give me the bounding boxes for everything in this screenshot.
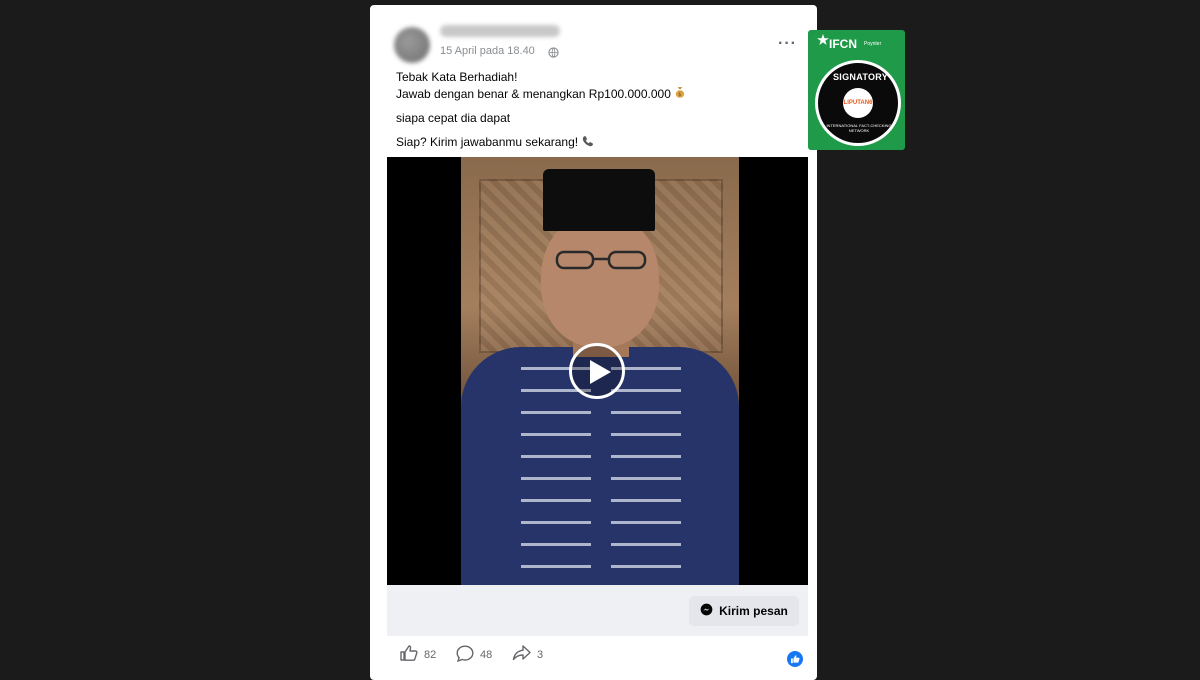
badge-title: IFCN bbox=[829, 37, 857, 51]
comment-icon bbox=[456, 645, 474, 665]
send-message-button[interactable]: Kirim pesan bbox=[689, 596, 799, 626]
likes-count: 82 bbox=[424, 648, 437, 661]
post-actions-bar: 82 48 3 bbox=[370, 637, 817, 677]
like-icon bbox=[400, 645, 418, 664]
share-action[interactable]: 3 bbox=[512, 645, 543, 664]
play-icon bbox=[590, 360, 611, 384]
message-bar: Kirim pesan bbox=[387, 585, 808, 636]
badge-member-name: LIPUTAN6 bbox=[843, 100, 873, 106]
badge-subtitle: Poynter bbox=[864, 41, 882, 47]
money-bag-icon: $ bbox=[675, 86, 685, 103]
avatar[interactable] bbox=[394, 27, 430, 63]
badge-header: IFCN Poynter bbox=[808, 30, 905, 52]
messenger-icon bbox=[700, 603, 713, 619]
more-icon[interactable]: ··· bbox=[778, 35, 797, 53]
post-caption: Tebak Kata Berhadiah! Jawab dengan benar… bbox=[396, 69, 685, 152]
facebook-post: 15 April pada 18.40 ··· Tebak Kata Berha… bbox=[370, 5, 817, 680]
reaction-like-icon[interactable] bbox=[787, 651, 803, 672]
video-person-glasses bbox=[555, 250, 647, 270]
shares-count: 3 bbox=[537, 648, 544, 661]
video-person-cap bbox=[543, 169, 655, 231]
video-person-face bbox=[541, 212, 659, 347]
post-timestamp[interactable]: 15 April pada 18.40 bbox=[440, 45, 535, 57]
shirt-pattern-right bbox=[611, 357, 681, 585]
video-player[interactable] bbox=[387, 157, 808, 585]
caption-line-2-text: Jawab dengan benar & menangkan Rp100.000… bbox=[396, 87, 671, 101]
badge-network-text: INTERNATIONAL FACT-CHECKING NETWORK bbox=[826, 123, 892, 133]
caption-line-2: Jawab dengan benar & menangkan Rp100.000… bbox=[396, 86, 685, 103]
svg-text:$: $ bbox=[678, 92, 681, 98]
caption-line-3: siapa cepat dia dapat bbox=[396, 111, 511, 126]
ifcn-signatory-badge: IFCN Poynter SIGNATORY LIPUTAN6 INTERNAT… bbox=[808, 30, 905, 150]
caption-line-4-text: Siap? Kirim jawabanmu sekarang! bbox=[396, 135, 579, 150]
comment-action[interactable]: 48 bbox=[456, 645, 492, 665]
author-name-blurred[interactable] bbox=[440, 25, 560, 37]
play-button[interactable] bbox=[569, 343, 625, 399]
badge-member-logo: LIPUTAN6 bbox=[843, 88, 873, 118]
like-action[interactable]: 82 bbox=[400, 645, 436, 664]
phone-icon bbox=[582, 135, 594, 152]
globe-icon bbox=[548, 45, 559, 63]
post-header: 15 April pada 18.40 ··· bbox=[370, 5, 817, 65]
comments-count: 48 bbox=[480, 649, 493, 661]
caption-line-1: Tebak Kata Berhadiah! bbox=[396, 70, 518, 84]
share-icon bbox=[512, 645, 531, 664]
badge-signatory-text: SIGNATORY bbox=[833, 72, 889, 82]
caption-line-4: Siap? Kirim jawabanmu sekarang! bbox=[396, 134, 685, 151]
badge-seal: SIGNATORY LIPUTAN6 INTERNATIONAL FACT-CH… bbox=[815, 60, 901, 146]
star-icon bbox=[817, 34, 829, 45]
send-message-label: Kirim pesan bbox=[719, 604, 788, 618]
